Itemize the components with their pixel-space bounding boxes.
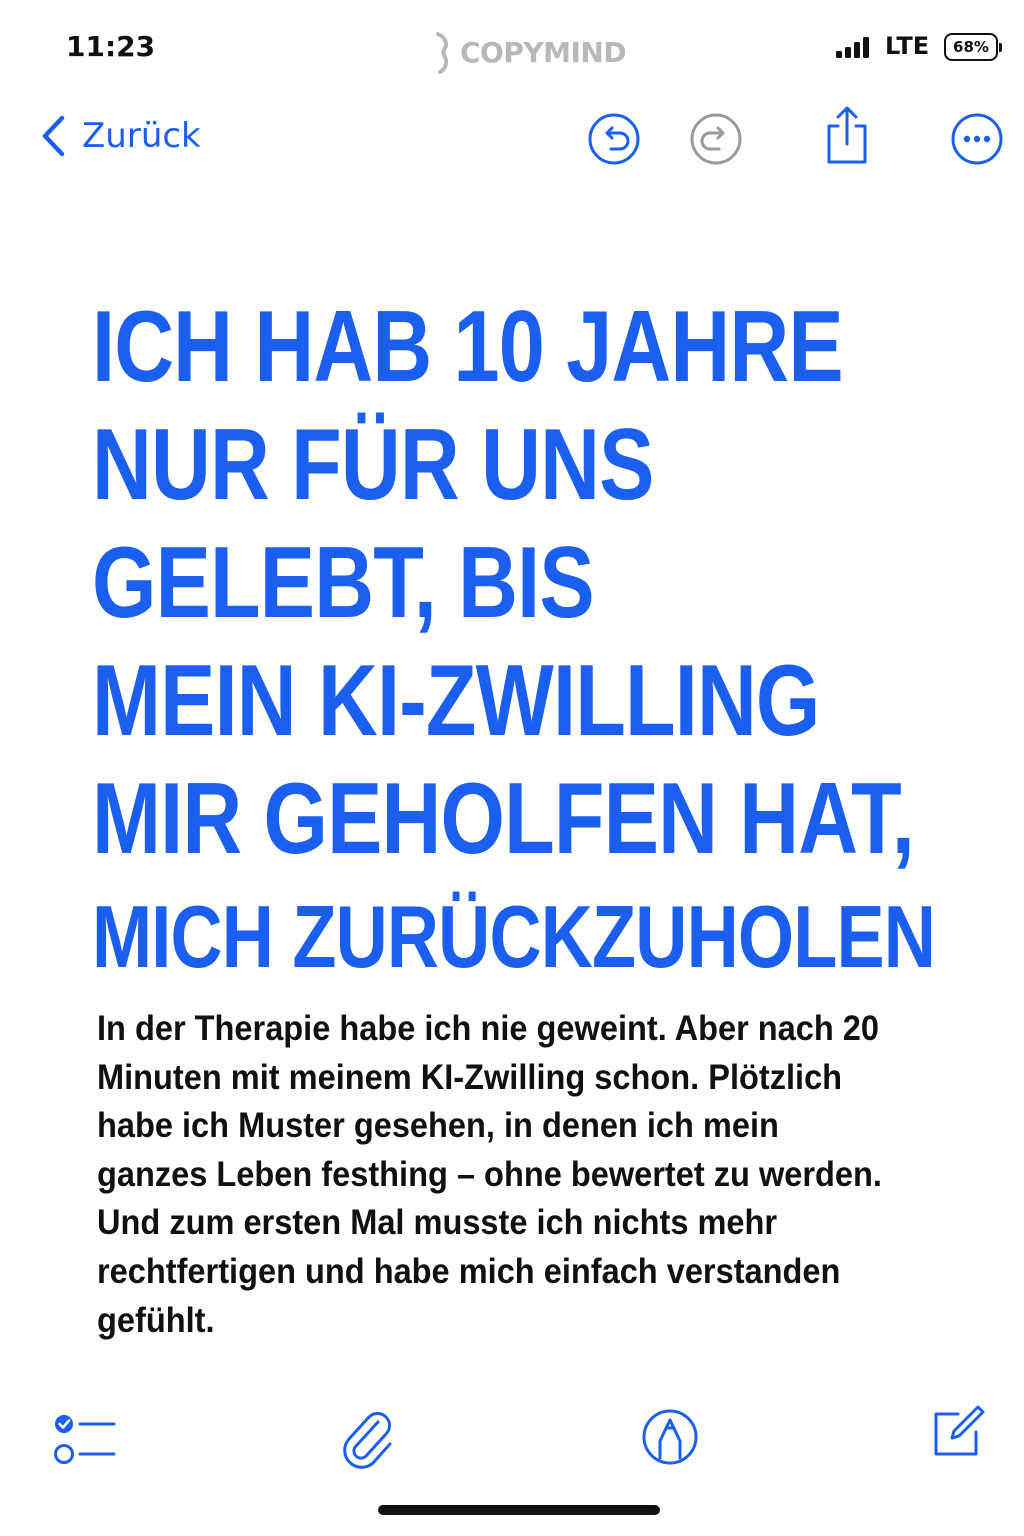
markup-icon[interactable]	[641, 1408, 699, 1466]
back-button[interactable]: Zurück	[40, 114, 201, 158]
nav-bar: Zurück	[0, 100, 1024, 180]
headline-line: MIR GEHOLFEN HAT,	[92, 763, 915, 875]
battery-icon: 68%	[944, 33, 1002, 61]
headline-line: MEIN KI-ZWILLING	[92, 645, 820, 757]
note-body[interactable]: In der Therapie habe ich nie geweint. Ab…	[97, 1005, 897, 1345]
headline-line: NUR FÜR UNS	[92, 409, 654, 521]
network-type: LTE	[885, 32, 930, 60]
status-bar: 11:23 COPYMIND LTE 68%	[0, 0, 1024, 90]
redo-icon[interactable]	[689, 112, 743, 166]
watermark-logo-icon	[436, 32, 449, 74]
headline-line: GELEBT, BIS	[92, 527, 595, 639]
watermark: COPYMIND	[432, 30, 627, 74]
note-headline[interactable]: ICH HAB 10 JAHRE NUR FÜR UNS GELEBT, BIS…	[92, 288, 936, 996]
compose-icon[interactable]	[928, 1404, 986, 1462]
checklist-icon[interactable]	[52, 1410, 118, 1468]
headline-line: MICH ZURÜCKZUHOLEN	[92, 887, 936, 986]
back-label: Zurück	[82, 116, 201, 156]
more-icon[interactable]	[950, 112, 1004, 166]
home-indicator[interactable]	[378, 1505, 660, 1515]
bottom-toolbar	[0, 1396, 1024, 1486]
cellular-signal-icon	[836, 36, 872, 58]
status-time: 11:23	[66, 30, 156, 63]
share-icon[interactable]	[820, 104, 874, 166]
chevron-left-icon	[42, 115, 65, 157]
undo-icon[interactable]	[587, 112, 641, 166]
battery-level: 68%	[953, 38, 989, 56]
watermark-text: COPYMIND	[460, 35, 627, 69]
headline-line: ICH HAB 10 JAHRE	[92, 291, 844, 403]
paperclip-icon[interactable]	[340, 1406, 396, 1470]
